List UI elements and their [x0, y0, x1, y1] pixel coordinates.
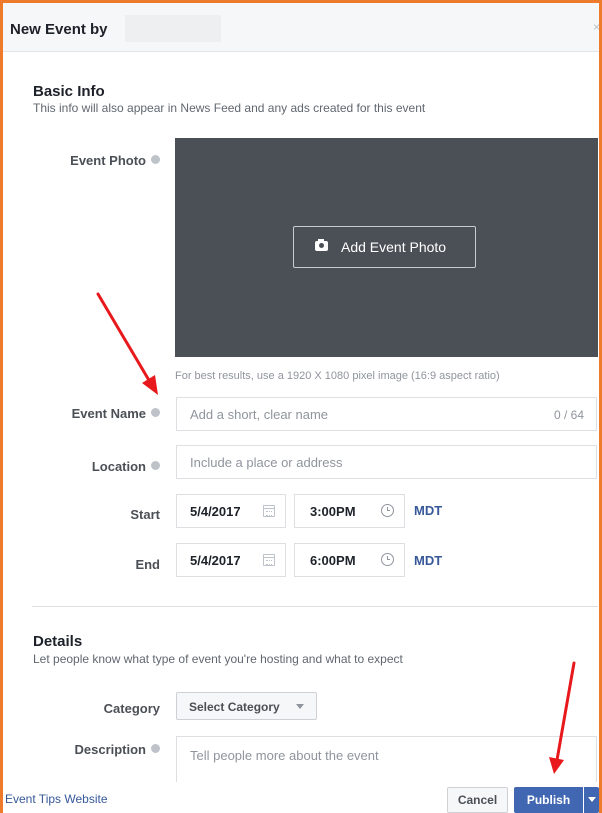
add-event-photo-label: Add Event Photo [341, 239, 447, 255]
publish-button[interactable]: Publish [514, 787, 583, 813]
clock-icon [381, 504, 394, 517]
start-date-input[interactable]: 5/4/2017 [176, 494, 286, 528]
info-icon [151, 408, 160, 417]
description-placeholder: Tell people more about the event [190, 748, 379, 763]
dialog-title: New Event by [10, 21, 108, 38]
camera-icon [315, 239, 328, 251]
details-subtitle: Let people know what type of event you'r… [33, 652, 403, 666]
event-photo-label: Event Photo [10, 153, 160, 168]
redacted-page-name [125, 15, 221, 42]
event-tips-link[interactable]: Event Tips Website [5, 792, 108, 806]
basic-info-title: Basic Info [33, 83, 105, 100]
end-time-input[interactable]: 6:00PM [294, 543, 405, 577]
chevron-down-icon [588, 797, 596, 802]
calendar-icon [263, 505, 275, 517]
clock-icon [381, 553, 394, 566]
start-date-value: 5/4/2017 [190, 504, 241, 519]
photo-size-hint: For best results, use a 1920 X 1080 pixe… [175, 370, 500, 382]
end-date-input[interactable]: 5/4/2017 [176, 543, 286, 577]
start-time-value: 3:00PM [310, 504, 356, 519]
event-name-counter: 0 / 64 [553, 408, 584, 422]
end-date-value: 5/4/2017 [190, 553, 241, 568]
location-input[interactable]: Include a place or address [176, 445, 597, 479]
category-label: Category [103, 701, 160, 716]
location-label: Location [10, 459, 160, 474]
dialog-header: New Event by × [3, 3, 599, 52]
event-photo-area[interactable]: Add Event Photo [175, 138, 598, 357]
publish-options-button[interactable] [584, 787, 599, 813]
description-input[interactable]: Tell people more about the event [176, 736, 597, 782]
end-timezone[interactable]: MDT [414, 553, 442, 568]
basic-info-subtitle: This info will also appear in News Feed … [33, 101, 426, 115]
event-name-label: Event Name [10, 406, 160, 421]
start-timezone[interactable]: MDT [414, 503, 442, 518]
info-icon [151, 461, 160, 470]
start-time-input[interactable]: 3:00PM [294, 494, 405, 528]
calendar-icon [263, 554, 275, 566]
category-select[interactable]: Select Category [176, 692, 317, 720]
add-event-photo-button[interactable]: Add Event Photo [293, 226, 476, 268]
chevron-down-icon [296, 704, 304, 709]
close-icon[interactable]: × [593, 20, 599, 34]
end-label: End [135, 557, 160, 572]
start-label: Start [130, 507, 160, 522]
info-icon [151, 155, 160, 164]
event-name-input[interactable]: Add a short, clear name 0 / 64 [176, 397, 597, 431]
category-select-label: Select Category [189, 700, 280, 714]
end-time-value: 6:00PM [310, 553, 356, 568]
cancel-button[interactable]: Cancel [447, 787, 508, 813]
details-title: Details [33, 633, 83, 650]
description-label: Description [10, 742, 160, 757]
info-icon [151, 744, 160, 753]
section-divider [32, 606, 598, 607]
location-placeholder: Include a place or address [190, 455, 343, 470]
event-name-placeholder: Add a short, clear name [190, 407, 329, 422]
